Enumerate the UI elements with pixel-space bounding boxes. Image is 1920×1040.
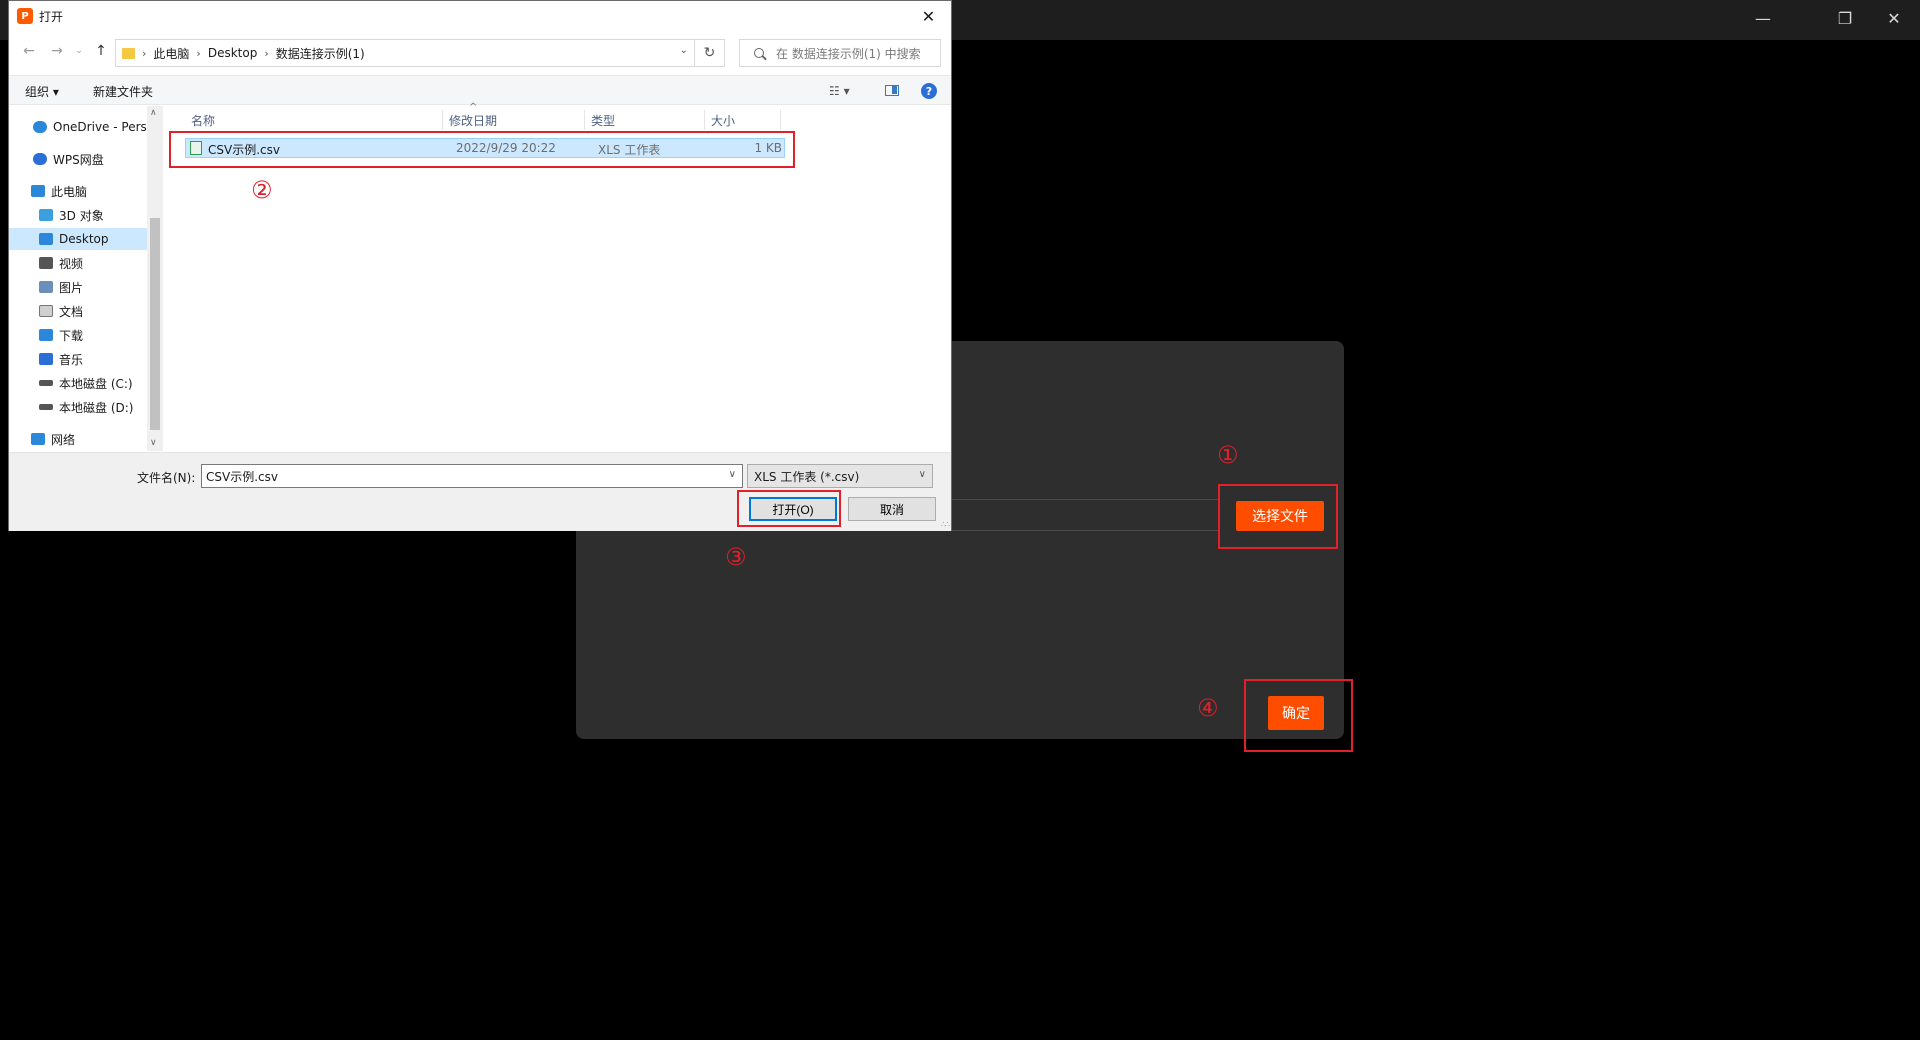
sidebar-item-downloads[interactable]: 下载 xyxy=(39,324,147,346)
sidebar-item-wps-drive[interactable]: WPS网盘 xyxy=(33,148,147,170)
sidebar-item-documents[interactable]: 文档 xyxy=(39,300,147,322)
annotation-step-1: ① xyxy=(1217,441,1239,469)
document-icon xyxy=(39,305,53,317)
chevron-down-icon[interactable]: ⌄ xyxy=(680,45,688,56)
sidebar-item-drive-d[interactable]: 本地磁盘 (D:) xyxy=(39,396,147,418)
minimize-button[interactable]: — xyxy=(1735,0,1791,36)
annotation-box-1 xyxy=(1218,484,1338,549)
sidebar-item-label: 本地磁盘 (C:) xyxy=(59,376,133,391)
column-header-type[interactable]: 类型 xyxy=(585,110,705,130)
cancel-button[interactable]: 取消 xyxy=(848,497,936,521)
sidebar-item-label: 音乐 xyxy=(59,352,84,367)
sidebar-item-label: 图片 xyxy=(59,280,84,295)
new-folder-button[interactable]: 新建文件夹 xyxy=(93,83,153,100)
forward-button[interactable]: → xyxy=(47,41,67,61)
sidebar-item-label: Desktop xyxy=(59,232,109,246)
command-bar: 组织 ▾ 新建文件夹 ☷ ▾ ? xyxy=(9,75,951,105)
sidebar-item-label: 网络 xyxy=(51,432,76,447)
chevron-right-icon: › xyxy=(196,46,201,60)
column-header-modified[interactable]: 修改日期 xyxy=(443,110,585,130)
annotation-step-4: ④ xyxy=(1197,694,1219,722)
breadcrumb-this-pc[interactable]: 此电脑 xyxy=(153,45,189,62)
dialog-titlebar: P 打开 ✕ xyxy=(9,1,951,31)
close-app-button[interactable]: ✕ xyxy=(1866,0,1920,36)
refresh-button[interactable]: ↻ xyxy=(695,39,725,67)
sidebar-item-this-pc[interactable]: 此电脑 xyxy=(31,180,147,202)
chevron-right-icon: › xyxy=(142,46,147,60)
organize-button[interactable]: 组织 ▾ xyxy=(25,83,59,100)
search-input[interactable]: 在 数据连接示例(1) 中搜索 xyxy=(739,39,941,67)
dialog-title: 打开 xyxy=(39,9,64,24)
annotation-box-2 xyxy=(169,131,795,168)
cloud-icon xyxy=(33,153,47,165)
preview-pane-icon[interactable] xyxy=(885,85,899,96)
filename-value: CSV示例.csv xyxy=(206,469,278,484)
annotation-box-3 xyxy=(737,490,841,527)
filename-label: 文件名(N): xyxy=(137,471,196,485)
folder-icon xyxy=(122,47,135,59)
restore-button[interactable]: ❐ xyxy=(1817,0,1873,36)
cloud-icon xyxy=(33,121,47,133)
file-path-field[interactable] xyxy=(930,499,1220,531)
help-icon[interactable]: ? xyxy=(921,83,937,99)
scroll-down-icon[interactable]: ∨ xyxy=(150,438,157,448)
sidebar-item-label: 3D 对象 xyxy=(59,208,104,223)
sidebar-item-videos[interactable]: 视频 xyxy=(39,252,147,274)
chevron-down-icon[interactable]: ∨ xyxy=(919,469,926,480)
sidebar-item-pictures[interactable]: 图片 xyxy=(39,276,147,298)
drive-icon xyxy=(39,380,53,386)
sidebar-item-drive-c[interactable]: 本地磁盘 (C:) xyxy=(39,372,147,394)
sidebar-item-label: OneDrive - Perso xyxy=(53,120,147,134)
sidebar-item-3d-objects[interactable]: 3D 对象 xyxy=(39,204,147,226)
scroll-up-icon[interactable]: ∧ xyxy=(150,108,157,118)
open-file-dialog: P 打开 ✕ ← → ⌄ ↑ › 此电脑 › Desktop › 数据连接示例(… xyxy=(8,0,952,531)
download-icon xyxy=(39,329,53,341)
column-header-name[interactable]: 名称 xyxy=(185,110,443,130)
search-placeholder: 在 数据连接示例(1) 中搜索 xyxy=(776,46,921,61)
view-options-icon[interactable]: ☷ ▾ xyxy=(829,84,850,98)
chevron-right-icon: › xyxy=(264,46,269,60)
filename-input[interactable]: CSV示例.csv ∨ xyxy=(201,464,743,488)
navigation-bar: ← → ⌄ ↑ › 此电脑 › Desktop › 数据连接示例(1) ⌄ ↻ … xyxy=(9,35,951,69)
network-icon xyxy=(31,433,45,445)
picture-icon xyxy=(39,281,53,293)
sidebar-item-label: 此电脑 xyxy=(51,184,88,199)
scrollbar-thumb[interactable] xyxy=(150,218,160,430)
filetype-select[interactable]: XLS 工作表 (*.csv) ∨ xyxy=(747,464,933,488)
computer-icon xyxy=(31,185,45,197)
wps-app-icon: P xyxy=(17,8,33,24)
resize-grip-icon[interactable]: ∴∴ xyxy=(941,520,950,529)
sidebar-item-label: WPS网盘 xyxy=(53,152,104,167)
sidebar-item-music[interactable]: 音乐 xyxy=(39,348,147,370)
desktop-icon xyxy=(39,233,53,245)
filetype-value: XLS 工作表 (*.csv) xyxy=(754,469,860,484)
search-icon xyxy=(754,48,764,58)
sidebar-item-onedrive[interactable]: OneDrive - Perso xyxy=(33,116,147,138)
address-bar[interactable]: › 此电脑 › Desktop › 数据连接示例(1) ⌄ xyxy=(115,39,695,67)
sidebar-item-desktop[interactable]: Desktop xyxy=(9,228,147,250)
breadcrumb-desktop[interactable]: Desktop xyxy=(208,46,258,60)
column-header-size[interactable]: 大小 xyxy=(705,110,781,130)
dialog-close-button[interactable]: ✕ xyxy=(906,1,951,31)
annotation-step-3: ③ xyxy=(725,543,747,571)
sidebar-item-label: 本地磁盘 (D:) xyxy=(59,400,134,415)
annotation-step-2: ② xyxy=(251,176,273,204)
up-button[interactable]: ↑ xyxy=(91,41,111,61)
breadcrumb-folder[interactable]: 数据连接示例(1) xyxy=(276,45,365,62)
navigation-pane: OneDrive - Perso WPS网盘 此电脑 3D 对象 Desktop… xyxy=(9,106,165,451)
sidebar-item-label: 文档 xyxy=(59,304,84,319)
sidebar-item-label: 下载 xyxy=(59,328,84,343)
chevron-down-icon[interactable]: ∨ xyxy=(729,469,736,480)
film-icon xyxy=(39,257,53,269)
recent-locations-dropdown[interactable]: ⌄ xyxy=(69,41,89,61)
cube-icon xyxy=(39,209,53,221)
navigation-scrollbar[interactable]: ∧ ∨ xyxy=(147,106,163,451)
back-button[interactable]: ← xyxy=(19,41,39,61)
annotation-box-4 xyxy=(1244,679,1353,752)
sidebar-item-label: 视频 xyxy=(59,256,84,271)
music-icon xyxy=(39,353,53,365)
drive-icon xyxy=(39,404,53,410)
sidebar-item-network[interactable]: 网络 xyxy=(31,428,147,450)
